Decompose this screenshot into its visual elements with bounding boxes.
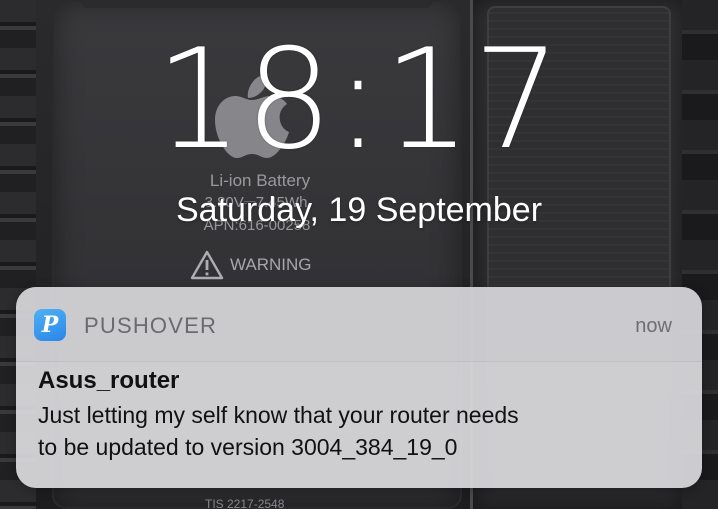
pushover-icon: P: [34, 309, 66, 341]
notification-header: P PUSHOVER now: [16, 287, 702, 362]
notification-app-name: PUSHOVER: [84, 313, 218, 338]
notification-time: now: [635, 315, 672, 337]
notification-card[interactable]: P PUSHOVER now Asus_router Just letting …: [16, 287, 702, 488]
notification-body: Just letting my self know that your rout…: [38, 399, 688, 463]
battery-tab: [82, 0, 432, 8]
lockscreen-time: 18:17: [155, 19, 563, 180]
lock-screen: Li-ion Battery 3.80V⎓7.45Wh APN:616-0025…: [0, 0, 718, 509]
tis-label: TIS 2217-2548: [205, 497, 285, 509]
notification-title: Asus_router: [38, 367, 180, 394]
warning-icon: [190, 250, 224, 280]
lockscreen-date: Saturday, 19 September: [175, 191, 543, 229]
notification-body-line-2: to be updated to version 3004_384_19_0: [38, 434, 458, 460]
notification-body-line-1: Just letting my self know that your rout…: [38, 402, 519, 428]
app-icon-letter: P: [41, 312, 59, 338]
warning-label: WARNING: [230, 255, 312, 274]
battery-warning: WARNING: [190, 250, 312, 280]
